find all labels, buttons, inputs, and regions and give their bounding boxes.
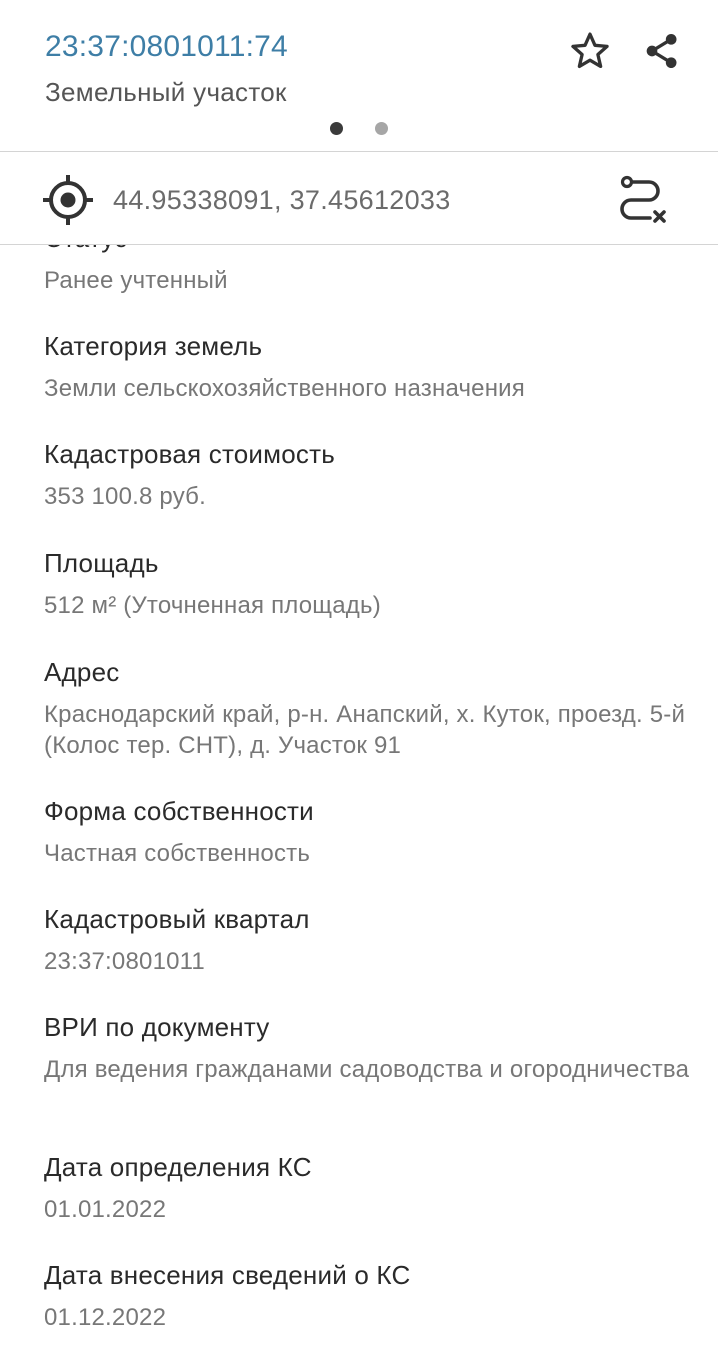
field-value: Для ведения гражданами садоводства и ого…: [44, 1056, 690, 1083]
field-value-entry-date: Дата внесения сведений о КС 01.12.2022: [44, 1260, 699, 1333]
field-label: Площадь: [44, 548, 159, 578]
page-indicator[interactable]: [0, 122, 718, 136]
crosshair-icon[interactable]: [41, 173, 95, 227]
field-value: Земли сельскохозяйственного назначения: [44, 375, 525, 402]
favorite-button[interactable]: [566, 27, 614, 75]
field-label: Адрес: [44, 657, 120, 687]
field-value: Краснодарский край, р-н. Анапский, х. Ку…: [44, 701, 686, 759]
field-value: 353 100.8 руб.: [44, 483, 206, 510]
field-label: Кадастровый квартал: [44, 904, 310, 934]
field-area: Площадь 512 м² (Уточненная площадь): [44, 548, 699, 621]
coordinates-bar: 44.95338091, 37.45612033: [0, 152, 718, 244]
field-land-category: Категория земель Земли сельскохозяйствен…: [44, 331, 699, 404]
field-label: Статус: [44, 245, 699, 253]
object-type-subtitle: Земельный участок: [45, 77, 287, 107]
field-permitted-use: ВРИ по документу Для ведения гражданами …: [44, 1012, 699, 1085]
field-value: 01.12.2022: [44, 1304, 167, 1331]
field-value: Ранее учтенный: [44, 267, 228, 294]
field-value: 512 м² (Уточненная площадь): [44, 592, 381, 619]
share-icon: [646, 34, 677, 68]
object-header: 23:37:0801011:74 Земельный участок: [0, 0, 718, 152]
share-button[interactable]: [638, 27, 686, 75]
field-value: 23:37:0801011: [44, 948, 205, 975]
field-status: Статус Ранее учтенный: [44, 245, 699, 296]
field-label: Форма собственности: [44, 796, 314, 826]
page-dot-active[interactable]: [330, 122, 343, 135]
field-label: ВРИ по документу: [44, 1012, 270, 1042]
field-cadastral-quarter: Кадастровый квартал 23:37:0801011: [44, 904, 699, 977]
details-list[interactable]: Статус Ранее учтенный Категория земель З…: [0, 245, 718, 1350]
cadastral-number-title[interactable]: 23:37:0801011:74: [45, 30, 288, 64]
page-dot-inactive[interactable]: [375, 122, 388, 135]
field-address: Адрес Краснодарский край, р-н. Анапский,…: [44, 657, 699, 761]
field-cadastral-value: Кадастровая стоимость 353 100.8 руб.: [44, 439, 699, 512]
field-label: Дата внесения сведений о КС: [44, 1260, 411, 1290]
field-label: Кадастровая стоимость: [44, 439, 335, 469]
coordinates-text[interactable]: 44.95338091, 37.45612033: [113, 185, 451, 216]
field-value: Частная собственность: [44, 840, 311, 867]
field-label: Категория земель: [44, 331, 263, 361]
route-clear-icon[interactable]: [615, 172, 671, 228]
star-outline-icon: [571, 32, 609, 69]
field-value: 01.01.2022: [44, 1196, 167, 1223]
field-ownership-form: Форма собственности Частная собственност…: [44, 796, 699, 869]
field-label: Дата определения КС: [44, 1152, 312, 1182]
field-valuation-date: Дата определения КС 01.01.2022: [44, 1152, 699, 1225]
